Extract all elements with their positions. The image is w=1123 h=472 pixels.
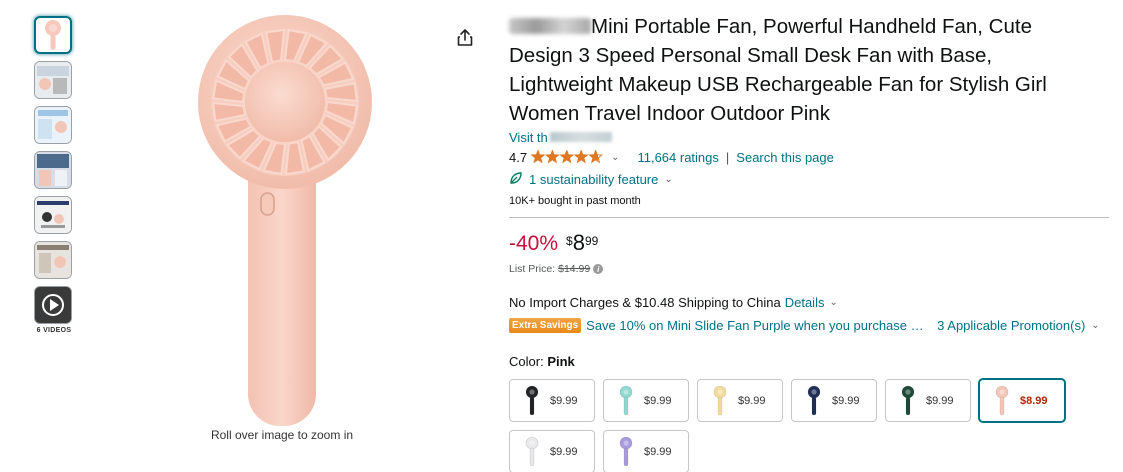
swatch-price: $9.99: [644, 445, 672, 458]
star-rating-icon[interactable]: [531, 150, 604, 164]
star-icon: [573, 150, 589, 164]
star-icon: [559, 150, 575, 164]
thumbnail-video[interactable]: [34, 286, 72, 324]
color-swatch[interactable]: $9.99: [885, 379, 971, 422]
star-icon: [588, 150, 604, 164]
thumbnail-strip: 6 VIDEOS: [34, 16, 74, 334]
chevron-down-icon[interactable]: ⌄: [1091, 320, 1099, 331]
thumbnail-lifestyle-4[interactable]: [34, 196, 72, 234]
fan-thumbnail-icon: [619, 385, 633, 415]
promotion-row: Extra Savings Save 10% on Mini Slide Fan…: [509, 316, 1109, 334]
sustainability-label: 1 sustainability feature: [529, 171, 659, 187]
videos-count-label: 6 VIDEOS: [36, 327, 72, 334]
play-icon: [35, 287, 71, 323]
list-price: List Price: $14.99 i: [509, 262, 1109, 276]
leaf-icon: [509, 171, 523, 188]
chevron-down-icon[interactable]: ⌄: [829, 297, 837, 308]
fan-thumbnail-icon: [995, 385, 1009, 415]
price-whole: 8: [572, 230, 585, 255]
fan-thumbnail-icon: [619, 436, 633, 466]
swatch-price: $9.99: [644, 394, 672, 407]
fan-thumbnail-icon: [807, 385, 821, 415]
color-swatch[interactable]: $9.99: [509, 430, 595, 472]
store-link[interactable]: Visit th: [509, 129, 1109, 145]
promotion-text[interactable]: Save 10% on Mini Slide Fan Purple when y…: [586, 318, 924, 333]
thumbnail-lifestyle-1[interactable]: [34, 61, 72, 99]
product-title: Mini Portable Fan, Powerful Handheld Fan…: [509, 15, 1047, 125]
current-price: $ 8 99: [566, 232, 598, 254]
zoom-hint: Roll over image to zoom in: [210, 428, 354, 442]
rating-value: 4.7: [509, 149, 528, 165]
sustainability-row[interactable]: 1 sustainability feature ⌄: [509, 169, 1109, 189]
chevron-down-icon: ⌄: [664, 173, 673, 185]
swatch-price: $8.99: [1020, 394, 1048, 407]
redacted-brand: [509, 18, 591, 34]
list-price-label: List Price:: [509, 263, 556, 275]
color-swatch[interactable]: $9.99: [697, 379, 783, 422]
thumbnail-lifestyle-2[interactable]: [34, 106, 72, 144]
fan-thumbnail-icon: [713, 385, 727, 415]
bought-count: 10K+ bought in past month: [509, 195, 641, 207]
info-icon[interactable]: i: [593, 264, 604, 274]
price-fraction: 99: [584, 234, 599, 248]
thumbnail-lifestyle-3[interactable]: [34, 151, 72, 189]
selected-color-name: Pink: [547, 354, 575, 369]
extra-savings-badge: Extra Savings: [509, 317, 582, 333]
thumbnail-lifestyle-5[interactable]: [34, 241, 72, 279]
swatch-price: $9.99: [926, 394, 954, 407]
share-icon[interactable]: [455, 28, 475, 48]
chevron-down-icon[interactable]: ⌄: [611, 152, 619, 163]
divider: [509, 217, 1109, 218]
color-label: Color: Pink: [509, 354, 575, 369]
color-swatch[interactable]: $9.99: [509, 379, 595, 422]
applicable-promotions-link[interactable]: 3 Applicable Promotion(s): [937, 318, 1085, 333]
discount-percent: -40%: [509, 232, 559, 255]
price-row: -40% $ 8 99: [509, 232, 1109, 260]
swatch-price: $9.99: [832, 394, 860, 407]
color-swatch[interactable]: $8.99: [979, 379, 1065, 422]
search-page-link[interactable]: Search this page: [736, 150, 834, 165]
star-icon: [544, 150, 560, 164]
shipping-text: No Import Charges & $10.48 Shipping to C…: [509, 294, 781, 310]
price-currency: $: [566, 234, 573, 248]
color-swatch[interactable]: $9.99: [603, 379, 689, 422]
list-price-value: $14.99: [558, 263, 591, 275]
ratings-count-link[interactable]: 11,664 ratings: [637, 150, 718, 165]
fan-thumbnail-icon: [525, 436, 539, 466]
color-swatches: $9.99 $9.99 $9.99 $9.99 $9.99 $8.99 $9.99 $9.99: [509, 379, 1109, 472]
main-product-image[interactable]: [190, 10, 380, 430]
swatch-price: $9.99: [738, 394, 766, 407]
shipping-row: No Import Charges & $10.48 Shipping to C…: [509, 294, 1109, 310]
color-swatch[interactable]: $9.99: [603, 430, 689, 472]
color-swatch[interactable]: $9.99: [791, 379, 877, 422]
shipping-details-link[interactable]: Details: [785, 295, 825, 310]
redacted-store-name: [549, 132, 612, 142]
product-details: Mini Portable Fan, Powerful Handheld Fan…: [509, 12, 1109, 472]
separator: |: [725, 149, 730, 165]
swatch-price: $9.99: [550, 445, 578, 458]
fan-thumbnail-icon: [525, 385, 539, 415]
swatch-price: $9.99: [550, 394, 578, 407]
star-icon: [531, 150, 546, 164]
rating-row: 4.7 ⌄ 11,664 ratings | Search this page: [509, 147, 1109, 167]
fan-thumbnail-icon: [901, 385, 915, 415]
thumbnail-fan-pink[interactable]: [34, 16, 72, 54]
